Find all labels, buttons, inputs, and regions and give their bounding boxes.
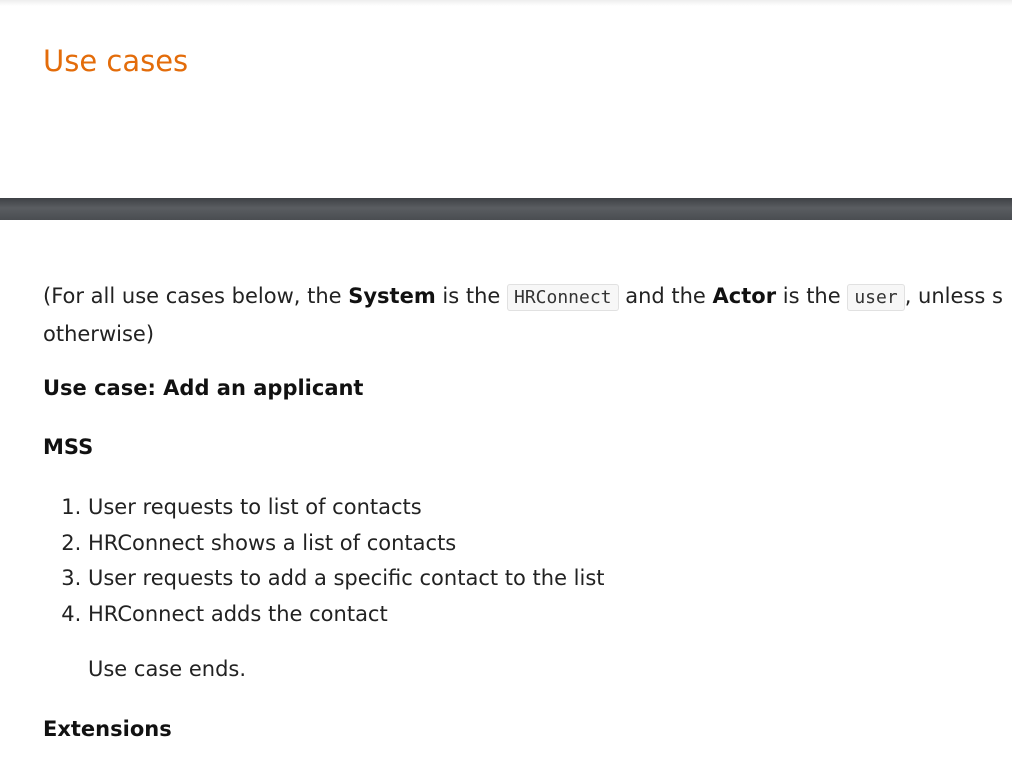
mss-step: User requests to list of contacts xyxy=(88,490,605,526)
mss-step: HRConnect shows a list of contacts xyxy=(88,526,605,562)
section-title: Use cases xyxy=(43,44,189,78)
intro-prefix: (For all use cases below, the xyxy=(43,284,349,308)
mss-heading: MSS xyxy=(43,435,94,459)
use-case-ends-text: Use case ends. xyxy=(88,657,247,681)
mss-steps-list: User requests to list of contacts HRConn… xyxy=(43,490,605,632)
system-label: System xyxy=(348,284,436,308)
intro-line2: otherwise) xyxy=(43,322,155,346)
intro-paragraph: (For all use cases below, the System is … xyxy=(43,278,1012,352)
document-page: Use cases (For all use cases below, the … xyxy=(0,0,1012,763)
intro-suffix: , unless s xyxy=(904,284,1003,308)
mss-step: User requests to add a specific contact … xyxy=(88,561,605,597)
section-divider xyxy=(0,198,1012,220)
intro-and-the: and the xyxy=(618,284,713,308)
use-case-heading: Use case: Add an applicant xyxy=(43,376,364,400)
mss-step: HRConnect adds the contact xyxy=(88,597,605,633)
actor-label: Actor xyxy=(712,284,777,308)
intro-is-the-2: is the xyxy=(776,284,848,308)
system-code: HRConnect xyxy=(506,284,619,311)
top-shadow xyxy=(0,0,1012,6)
actor-code: user xyxy=(847,284,905,311)
intro-block: (For all use cases below, the System is … xyxy=(43,278,1012,352)
intro-is-the-1: is the xyxy=(435,284,507,308)
extensions-heading: Extensions xyxy=(43,717,172,741)
